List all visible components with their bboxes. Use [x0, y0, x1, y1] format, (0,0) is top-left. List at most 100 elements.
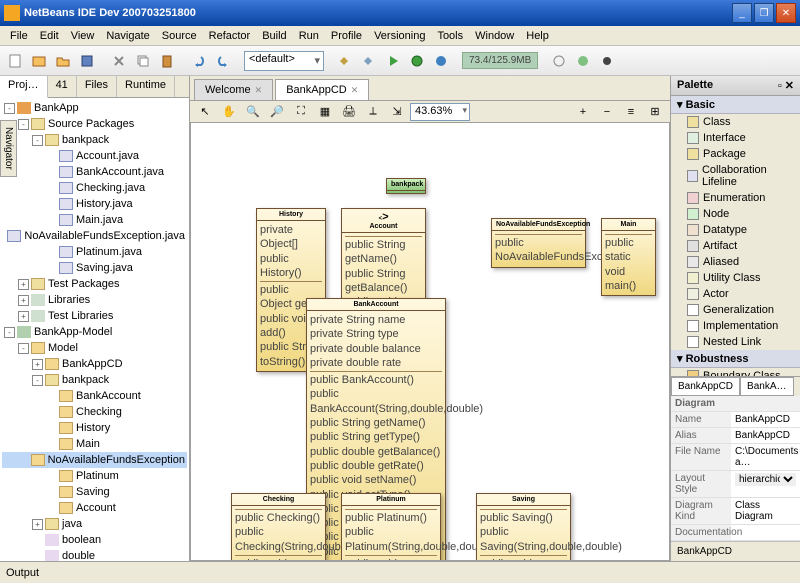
uml-association[interactable] — [383, 193, 406, 209]
menu-refactor[interactable]: Refactor — [203, 28, 257, 44]
build-button[interactable] — [334, 50, 356, 72]
run-button[interactable] — [382, 50, 404, 72]
align-tool[interactable]: ≡ — [620, 101, 642, 123]
tree-node[interactable]: Main — [2, 436, 187, 452]
props-value[interactable]: C:\Documents a… — [731, 444, 800, 470]
close-button[interactable]: ✕ — [776, 3, 796, 23]
props-tab[interactable]: BankA… — [740, 377, 793, 396]
zoom-in-icon[interactable]: + — [572, 101, 594, 123]
tree-node[interactable]: double — [2, 548, 187, 561]
tree-node[interactable]: -BankApp — [2, 100, 187, 116]
tree-node[interactable]: +Test Packages — [2, 276, 187, 292]
cut-button[interactable] — [108, 50, 130, 72]
tree-node[interactable]: Checking.java — [2, 180, 187, 196]
tree-node[interactable]: NoAvailableFundsException.java — [2, 228, 187, 244]
menu-source[interactable]: Source — [156, 28, 203, 44]
props-value[interactable]: BankAppCD — [731, 428, 800, 443]
uml-class[interactable]: Mainpublic static void main() — [601, 218, 656, 296]
uml-class[interactable]: NoAvailableFundsExceptionpublic NoAvaila… — [491, 218, 586, 268]
memory-indicator[interactable]: 73.4/125.9MB — [462, 52, 538, 69]
palette-item[interactable]: Datatype — [671, 222, 800, 238]
props-value[interactable]: hierarchical — [731, 471, 800, 497]
new-project-button[interactable] — [28, 50, 50, 72]
uml-package[interactable]: bankpack — [386, 178, 426, 194]
tree-expander[interactable]: - — [4, 327, 15, 338]
tree-node[interactable]: +Test Libraries — [2, 308, 187, 324]
redo-button[interactable] — [212, 50, 234, 72]
tree-expander[interactable]: - — [32, 375, 43, 386]
tree-node[interactable]: Platinum.java — [2, 244, 187, 260]
maximize-button[interactable]: ❐ — [754, 3, 774, 23]
menu-run[interactable]: Run — [293, 28, 325, 44]
palette-item[interactable]: Boundary Class — [671, 368, 800, 376]
props-select[interactable]: hierarchical — [735, 473, 796, 486]
tree-node[interactable]: History — [2, 420, 187, 436]
pan-tool[interactable]: ✋ — [218, 101, 240, 123]
props-value[interactable] — [731, 525, 800, 540]
save-all-button[interactable] — [76, 50, 98, 72]
export-tool[interactable]: ⇲ — [386, 101, 408, 123]
zoom-out-tool[interactable]: 🔎 — [266, 101, 288, 123]
palette-section[interactable]: ▾ Robustness — [671, 350, 800, 368]
palette-item[interactable]: Nested Link — [671, 334, 800, 350]
palette-item[interactable]: Aliased — [671, 254, 800, 270]
left-tab-1[interactable]: Files — [77, 76, 117, 97]
tool-c-button[interactable] — [596, 50, 618, 72]
navigator-tab[interactable]: Navigator — [0, 120, 17, 177]
print-tool[interactable]: 🖨 — [338, 101, 360, 123]
left-tab-2[interactable]: Runtime — [117, 76, 175, 97]
fit-tool[interactable]: ⛶ — [290, 101, 312, 123]
uml-class[interactable]: Checkingpublic Checking()public Checking… — [231, 493, 326, 561]
menu-versioning[interactable]: Versioning — [368, 28, 431, 44]
relation-tool[interactable]: ⟂ — [362, 101, 384, 123]
tree-node[interactable]: -Source Packages — [2, 116, 187, 132]
diagram-canvas[interactable]: bankpackprivateHistoryprivate Object[]pu… — [190, 122, 670, 561]
palette-item[interactable]: Artifact — [671, 238, 800, 254]
tree-expander[interactable]: - — [18, 343, 29, 354]
tree-expander[interactable]: + — [18, 295, 29, 306]
menu-file[interactable]: File — [4, 28, 34, 44]
tree-expander[interactable]: + — [18, 311, 29, 322]
tree-node[interactable]: -bankpack — [2, 372, 187, 388]
menu-build[interactable]: Build — [256, 28, 292, 44]
menu-edit[interactable]: Edit — [34, 28, 65, 44]
tab-close-icon[interactable]: ✕ — [351, 85, 359, 96]
tree-node[interactable]: Account — [2, 500, 187, 516]
palette-item[interactable]: Enumeration — [671, 190, 800, 206]
output-bar[interactable]: Output — [0, 561, 800, 583]
menu-navigate[interactable]: Navigate — [100, 28, 155, 44]
palette-item[interactable]: Package — [671, 146, 800, 162]
menu-profile[interactable]: Profile — [325, 28, 368, 44]
menu-help[interactable]: Help — [520, 28, 555, 44]
tree-node[interactable]: +BankAppCD — [2, 356, 187, 372]
tree-node[interactable]: -Model — [2, 340, 187, 356]
palette-section[interactable]: ▾ Basic — [671, 96, 800, 114]
select-tool[interactable]: ↖ — [194, 101, 216, 123]
palette-item[interactable]: Actor — [671, 286, 800, 302]
minimize-button[interactable]: _ — [732, 3, 752, 23]
palette-item[interactable]: Class — [671, 114, 800, 130]
editor-tab[interactable]: Welcome✕ — [194, 79, 273, 100]
tree-node[interactable]: Saving.java — [2, 260, 187, 276]
layout-tool[interactable]: ⊞ — [644, 101, 666, 123]
zoom-combo[interactable]: 43.63% — [410, 103, 470, 121]
palette-item[interactable]: Utility Class — [671, 270, 800, 286]
tree-node[interactable]: -bankpack — [2, 132, 187, 148]
tree-node[interactable]: -BankApp-Model — [2, 324, 187, 340]
props-value[interactable]: Class Diagram — [731, 498, 800, 524]
tree-node[interactable]: BankAccount — [2, 388, 187, 404]
tool-a-button[interactable] — [548, 50, 570, 72]
menu-window[interactable]: Window — [469, 28, 520, 44]
tree-expander[interactable]: + — [32, 359, 43, 370]
tree-expander[interactable]: - — [4, 103, 15, 114]
zoom-out-icon[interactable]: − — [596, 101, 618, 123]
palette-item[interactable]: Interface — [671, 130, 800, 146]
props-tab[interactable]: BankAppCD — [671, 377, 740, 396]
uml-association[interactable] — [291, 193, 406, 209]
uml-class[interactable]: Platinumpublic Platinum()public Platinum… — [341, 493, 441, 561]
tab-close-icon[interactable]: ✕ — [255, 85, 263, 96]
palette-close-icon[interactable]: ▫ ✕ — [778, 79, 794, 92]
tree-node[interactable]: Platinum — [2, 468, 187, 484]
undo-button[interactable] — [188, 50, 210, 72]
tree-expander[interactable]: - — [32, 135, 43, 146]
